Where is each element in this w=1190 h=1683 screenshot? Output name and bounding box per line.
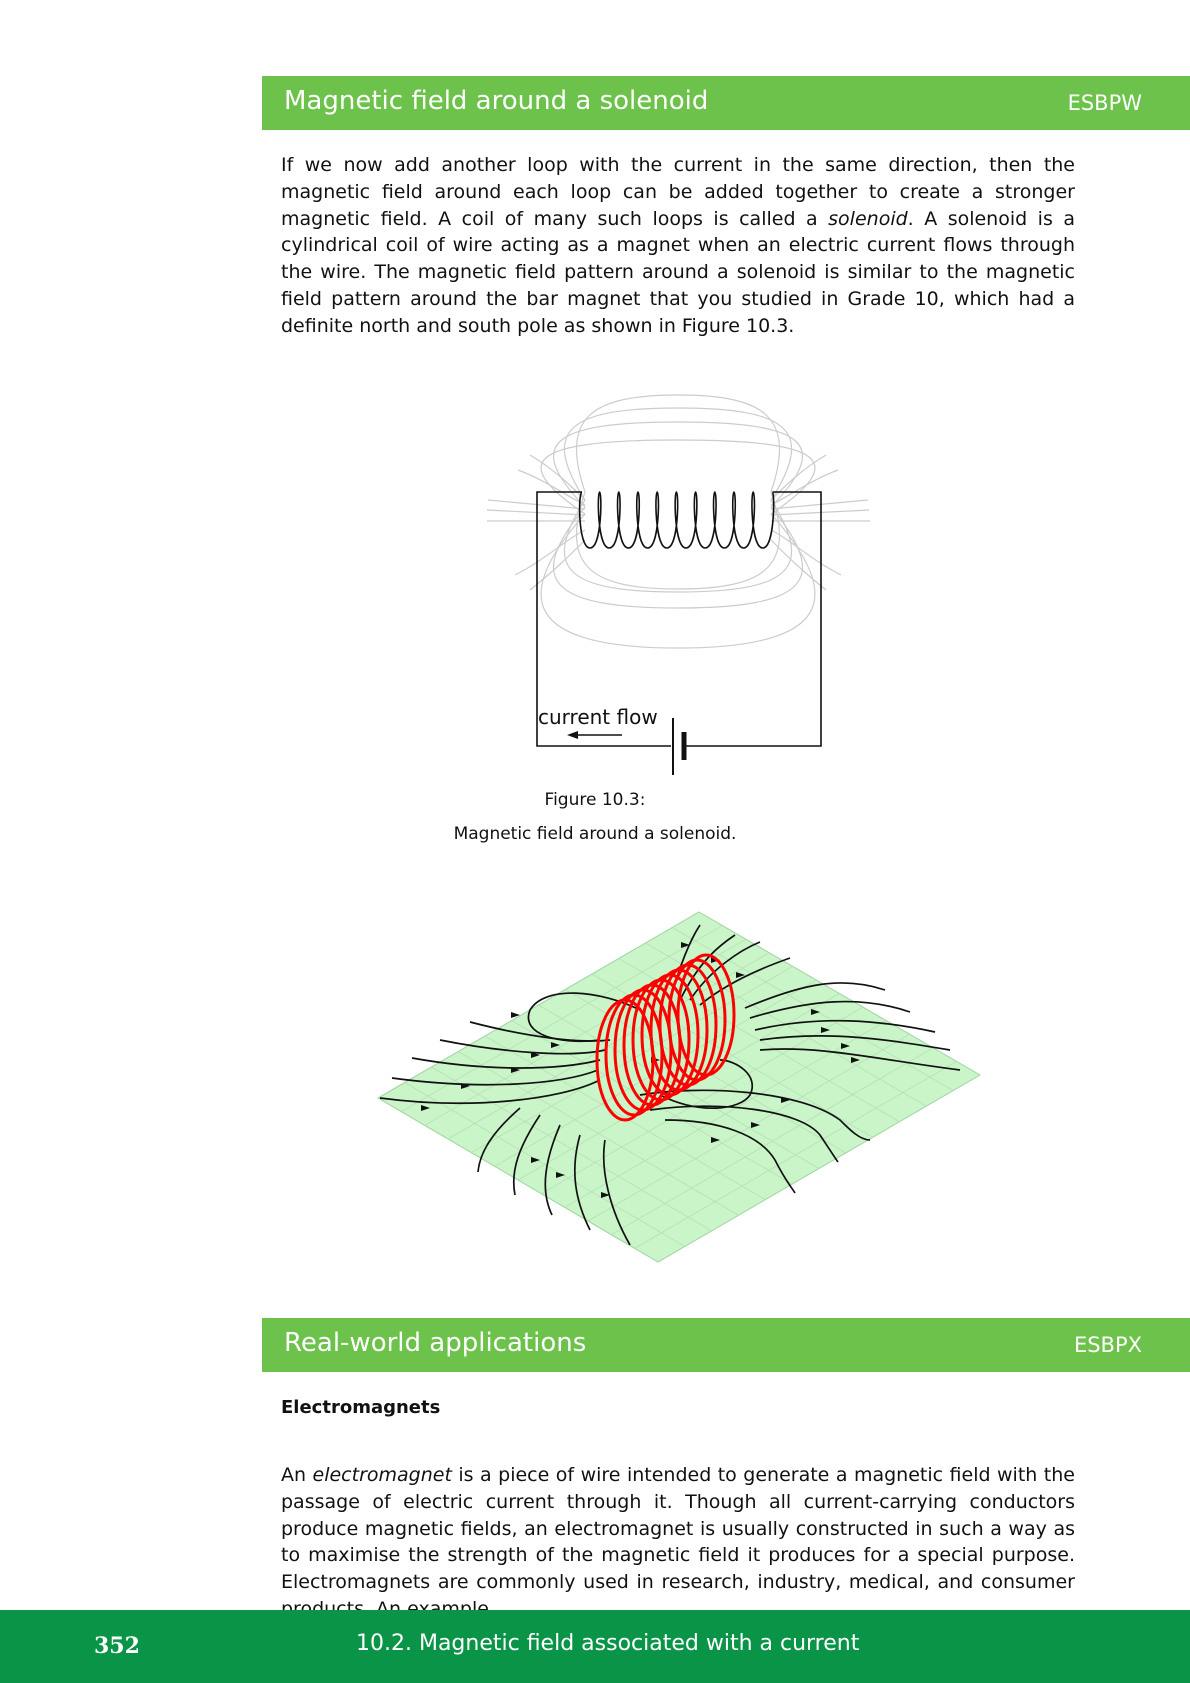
chapter-title: 10.2. Magnetic field associated with a c… <box>356 1631 860 1656</box>
electromagnets-heading: Electromagnets <box>281 1397 441 1418</box>
page-footer: 352 10.2. Magnetic field associated with… <box>0 1610 1190 1683</box>
section-code: ESBPX <box>1073 1333 1142 1357</box>
figure-caption-text: Magnetic field around a solenoid. <box>453 824 737 844</box>
section-title: Real-world applications <box>284 1328 587 1358</box>
electromagnet-term: electromagnet <box>312 1464 452 1486</box>
current-arrow <box>567 731 622 739</box>
battery-symbol <box>672 718 687 775</box>
section-code: ESBPW <box>1067 91 1142 115</box>
em-text-2: is a piece of wire intended to generate … <box>281 1464 1075 1620</box>
figure-caption-number: Figure 10.3: <box>544 790 646 810</box>
current-flow-label: current flow <box>538 705 658 729</box>
solenoid-circuit-diagram: current flow <box>486 394 870 775</box>
section-header-applications: Real-world applications ESBPX <box>262 1318 1190 1372</box>
coil-loops <box>578 491 775 549</box>
solenoid-3d-field-illustration <box>377 911 981 1263</box>
solenoid-term: solenoid <box>828 207 908 230</box>
em-text-1: An <box>281 1464 313 1486</box>
electromagnets-paragraph: An electromagnet is a piece of wire inte… <box>281 1462 1075 1623</box>
intro-paragraph: If we now add another loop with the curr… <box>281 152 1075 340</box>
field-lines-2d <box>486 394 870 649</box>
page-number: 352 <box>94 1633 140 1659</box>
section-header-solenoid: Magnetic field around a solenoid ESBPW <box>262 76 1190 130</box>
section-title: Magnetic field around a solenoid <box>284 86 709 116</box>
